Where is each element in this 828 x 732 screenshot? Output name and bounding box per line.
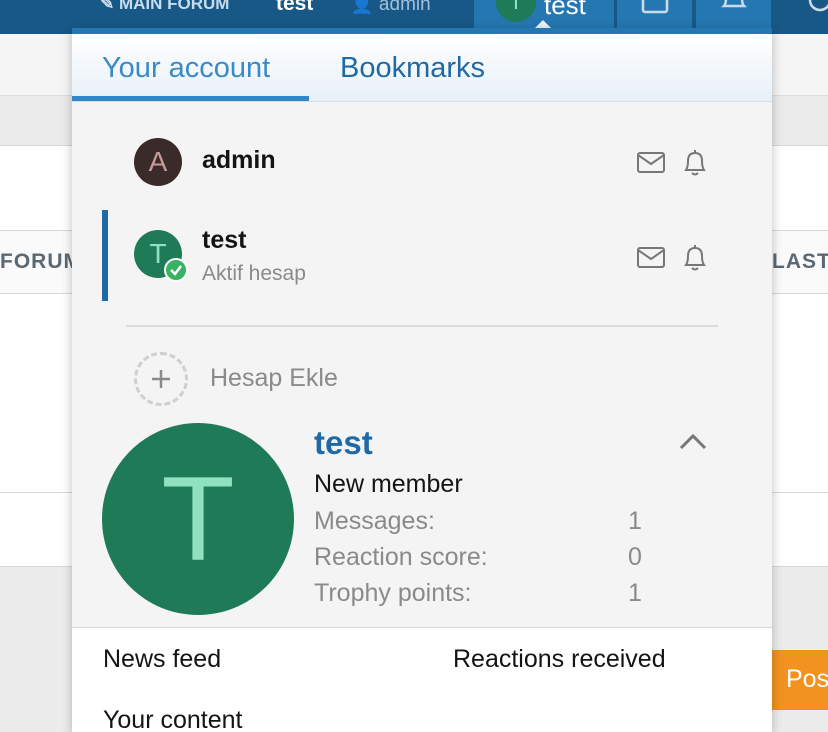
account-links: News feed Reactions received Your conten… bbox=[72, 627, 772, 732]
news-feed-link[interactable]: News feed bbox=[103, 645, 221, 674]
account-row-admin[interactable]: A admin bbox=[102, 128, 722, 208]
account-row-test[interactable]: T test Aktif hesap bbox=[102, 210, 722, 301]
search-icon[interactable] bbox=[806, 0, 828, 20]
menu-tabs: Your account Bookmarks bbox=[72, 34, 772, 102]
stat-label-reaction-score: Reaction score: bbox=[314, 543, 488, 571]
account-status: Aktif hesap bbox=[202, 262, 306, 285]
chevron-up-icon[interactable] bbox=[676, 430, 710, 454]
divider bbox=[126, 325, 718, 327]
forum-column-header: FORUM bbox=[0, 250, 82, 273]
stat-value-trophy-points[interactable]: 1 bbox=[628, 579, 642, 608]
stat-value-messages[interactable]: 1 bbox=[628, 507, 642, 536]
add-account-label: Hesap Ekle bbox=[210, 364, 338, 392]
envelope-icon[interactable] bbox=[636, 148, 666, 178]
avatar: A bbox=[134, 138, 182, 186]
inbox-icon bbox=[641, 0, 669, 14]
bell-icon[interactable] bbox=[680, 148, 710, 178]
active-tab-indicator bbox=[72, 96, 309, 101]
inbox-button[interactable] bbox=[617, 0, 692, 28]
main-forum-link[interactable]: ✎ MAIN FORUM bbox=[100, 0, 229, 14]
admin-link[interactable]: 👤 admin bbox=[350, 0, 431, 16]
account-name: test bbox=[202, 226, 247, 254]
envelope-icon[interactable] bbox=[636, 243, 666, 273]
bell-icon bbox=[720, 0, 748, 8]
stat-value-reaction-score[interactable]: 0 bbox=[628, 543, 642, 572]
account-dropdown-menu: Your account Bookmarks A admin T test Ak… bbox=[72, 28, 772, 732]
reactions-received-link[interactable]: Reactions received bbox=[453, 645, 666, 674]
post-thread-button[interactable]: Pos bbox=[768, 650, 828, 710]
your-content-link[interactable]: Your content bbox=[103, 706, 242, 732]
profile-avatar[interactable]: T bbox=[102, 423, 294, 615]
account-name: admin bbox=[202, 146, 276, 174]
stat-label-trophy-points: Trophy points: bbox=[314, 579, 472, 607]
tab-bookmarks[interactable]: Bookmarks bbox=[340, 52, 485, 85]
active-check-icon bbox=[164, 258, 188, 282]
last-post-column-header: LAST P bbox=[772, 250, 828, 273]
topbar-active-user[interactable]: test bbox=[544, 0, 586, 21]
stat-label-messages: Messages: bbox=[314, 507, 435, 535]
plus-icon bbox=[134, 352, 188, 406]
bell-icon[interactable] bbox=[680, 243, 710, 273]
profile-user-title: New member bbox=[314, 470, 463, 498]
add-account-button[interactable]: Hesap Ekle bbox=[132, 348, 432, 408]
alerts-button[interactable] bbox=[696, 0, 771, 28]
profile-name-link[interactable]: test bbox=[314, 424, 373, 462]
tab-your-account[interactable]: Your account bbox=[102, 52, 270, 85]
topbar-user-link[interactable]: test bbox=[276, 0, 313, 16]
